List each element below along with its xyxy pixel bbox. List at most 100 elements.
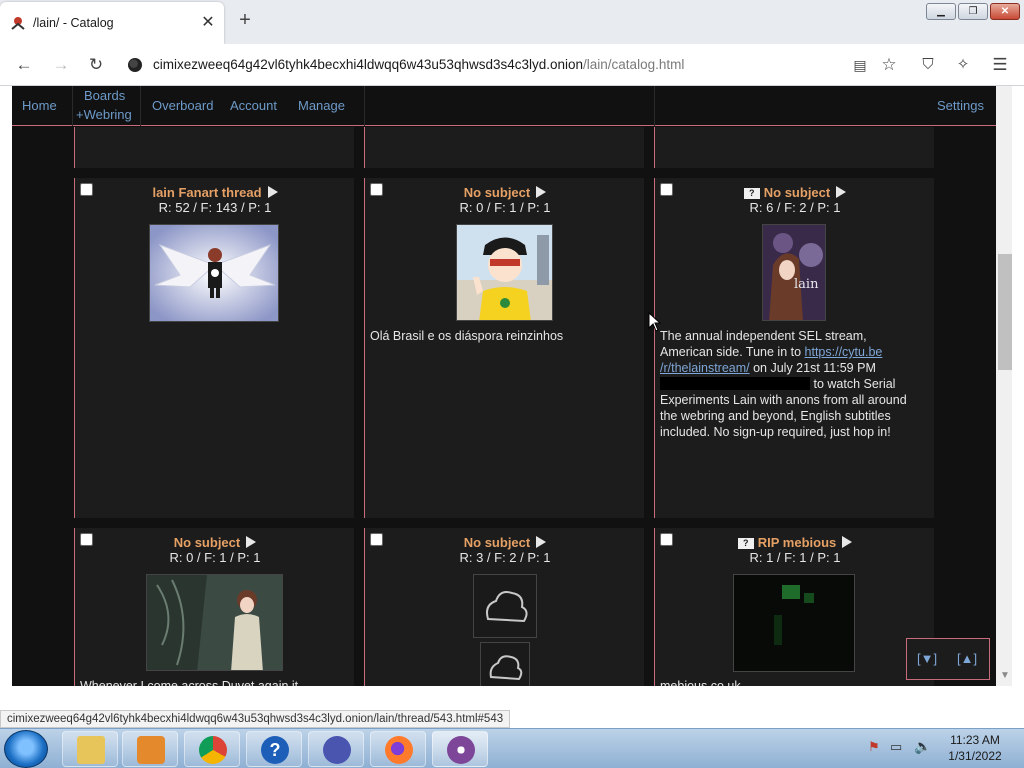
thread-title[interactable]: No subject	[75, 535, 355, 550]
tor-browser-icon	[447, 736, 475, 764]
action-center-flag-icon[interactable]: ⚑	[868, 739, 880, 755]
nav-home-link[interactable]: Home	[22, 98, 57, 113]
nav-divider	[140, 86, 141, 126]
catalog-thread-cell[interactable]: ? No subject R: 6 / F: 2 / P: 1 lain The …	[654, 178, 934, 518]
taskbar-gear-app[interactable]	[308, 731, 364, 767]
tab-catalog[interactable]: /lain/ - Catalog ✕	[0, 2, 224, 44]
thread-title[interactable]: No subject	[365, 185, 645, 200]
play-triangle-icon[interactable]	[836, 186, 847, 198]
reader-view-icon[interactable]: ▤	[849, 54, 871, 76]
thread-excerpt: mebious.co.uk	[660, 679, 741, 686]
scroll-up-button[interactable]: [▲]	[957, 651, 977, 666]
menu-icon[interactable]: ☰	[989, 54, 1011, 76]
taskbar-explorer[interactable]	[62, 731, 118, 767]
nav-overboard-link[interactable]: Overboard	[152, 98, 213, 113]
thread-thumbnail[interactable]: lain	[762, 224, 826, 321]
taskbar-chrome[interactable]	[184, 731, 240, 767]
browser-titlebar: /lain/ - Catalog ✕ + ▁ ❐ ✕	[0, 0, 1024, 44]
catalog-thread-cell[interactable]: lain Fanart thread R: 52 / F: 143 / P: 1	[74, 178, 354, 518]
network-icon[interactable]: ▭	[890, 739, 902, 755]
nav-settings-link[interactable]: Settings	[937, 98, 984, 113]
play-triangle-icon[interactable]	[536, 186, 547, 198]
thread-stats: R: 1 / F: 1 / P: 1	[749, 550, 841, 565]
thread-stats: R: 3 / F: 2 / P: 1	[459, 550, 551, 565]
thread-thumbnail[interactable]	[473, 574, 537, 638]
play-triangle-icon[interactable]	[246, 536, 257, 548]
maximize-button[interactable]: ❐	[958, 3, 988, 20]
thread-title[interactable]: lain Fanart thread	[75, 185, 355, 200]
redacted-block	[660, 377, 810, 390]
vertical-scrollbar[interactable]	[996, 86, 1012, 686]
thread-thumbnail[interactable]	[733, 574, 855, 672]
play-triangle-icon[interactable]	[536, 536, 547, 548]
media-player-icon	[137, 736, 165, 764]
thread-title[interactable]: ? No subject	[655, 185, 935, 200]
url-text: cimixezweeq64g42vl6tyhk4becxhi4ldwqq6w43…	[153, 57, 685, 72]
catalog-cell-partial	[654, 127, 934, 168]
nav-divider	[72, 86, 73, 126]
chrome-icon	[199, 736, 227, 764]
nav-webring-link[interactable]: +Webring	[76, 107, 132, 122]
thread-thumbnail[interactable]	[456, 224, 553, 321]
svg-text:lain: lain	[794, 277, 819, 292]
browser-toolbar: ← → ↻ cimixezweeq64g42vl6tyhk4becxhi4ldw…	[0, 44, 1024, 86]
help-icon: ?	[261, 736, 289, 764]
forward-arrow-icon[interactable]: →	[50, 54, 72, 76]
mouse-cursor-icon	[648, 312, 662, 332]
start-button[interactable]	[4, 730, 48, 768]
scroll-down-button[interactable]: [▼]	[917, 651, 937, 666]
catalog-thread-cell[interactable]: No subject R: 3 / F: 2 / P: 1	[364, 528, 644, 686]
os-taskbar: ? ⚑ ▭ 🔈 11:23 AM 1/31/2022	[0, 728, 1024, 768]
thread-thumbnail[interactable]	[149, 224, 279, 322]
nav-manage-link[interactable]: Manage	[298, 98, 345, 113]
reload-icon[interactable]: ↻	[85, 54, 107, 76]
unknown-flag-icon: ?	[737, 538, 754, 549]
scrollbar-thumb[interactable]	[998, 254, 1012, 370]
site-favicon-icon	[11, 17, 25, 30]
taskbar-help[interactable]: ?	[246, 731, 302, 767]
taskbar-clock[interactable]: 11:23 AM 1/31/2022	[940, 732, 1010, 764]
nav-divider	[364, 86, 365, 126]
stream-link[interactable]: https://cytu.be	[805, 345, 883, 359]
stream-link-cont[interactable]: /r/thelainstream/	[660, 361, 750, 375]
play-triangle-icon[interactable]	[842, 536, 853, 548]
close-window-button[interactable]: ✕	[990, 3, 1020, 20]
thread-excerpt: The annual independent SEL stream, Ameri…	[660, 329, 907, 439]
thread-title[interactable]: ? RIP mebious	[655, 535, 935, 550]
taskbar-tor-browser[interactable]	[432, 731, 488, 767]
nav-divider	[654, 86, 655, 126]
minimize-button[interactable]: ▁	[926, 3, 956, 20]
nav-boards-link[interactable]: Boards	[84, 88, 125, 103]
thread-thumbnail[interactable]	[480, 642, 530, 686]
address-bar[interactable]: cimixezweeq64g42vl6tyhk4becxhi4ldwqq6w43…	[118, 49, 908, 81]
bookmark-star-icon[interactable]: ☆	[878, 54, 900, 76]
thread-stats: R: 0 / F: 1 / P: 1	[169, 550, 261, 565]
thread-stats: R: 6 / F: 2 / P: 1	[749, 200, 841, 215]
onion-icon	[128, 58, 142, 72]
catalog-thread-cell[interactable]: ? RIP mebious R: 1 / F: 1 / P: 1 mebious.…	[654, 528, 934, 686]
nav-account-link[interactable]: Account	[230, 98, 277, 113]
gear-icon	[323, 736, 351, 764]
page-viewport: Home Boards +Webring Overboard Account M…	[0, 86, 1024, 686]
thread-excerpt: Olá Brasil e os diáspora reinzinhos	[370, 329, 564, 343]
catalog-page: Home Boards +Webring Overboard Account M…	[12, 86, 996, 686]
taskbar-firefox[interactable]	[370, 731, 426, 767]
volume-icon[interactable]: 🔈	[914, 738, 931, 755]
folder-icon	[77, 736, 105, 764]
catalog-thread-cell[interactable]: No subject R: 0 / F: 1 / P: 1 Olá Brasil…	[364, 178, 644, 518]
shield-icon[interactable]: ⛉	[917, 54, 939, 76]
firefox-icon	[385, 736, 413, 764]
taskbar-media-player[interactable]	[122, 731, 178, 767]
thread-title[interactable]: No subject	[365, 535, 645, 550]
thread-thumbnail[interactable]	[146, 574, 283, 671]
tor-circuit-icon[interactable]: ✧	[952, 54, 974, 76]
back-arrow-icon[interactable]: ←	[13, 54, 35, 76]
scroll-down-arrow-icon[interactable]: ▼	[998, 670, 1012, 684]
new-tab-button[interactable]: +	[234, 9, 256, 32]
catalog-cell-partial	[364, 127, 644, 168]
catalog-thread-cell[interactable]: No subject R: 0 / F: 1 / P: 1 Whenever I…	[74, 528, 354, 686]
scroll-nav-box: [▼] [▲]	[906, 638, 990, 680]
close-tab-icon[interactable]: ✕	[198, 12, 218, 32]
catalog-cell-partial	[74, 127, 354, 168]
play-triangle-icon[interactable]	[267, 186, 278, 198]
